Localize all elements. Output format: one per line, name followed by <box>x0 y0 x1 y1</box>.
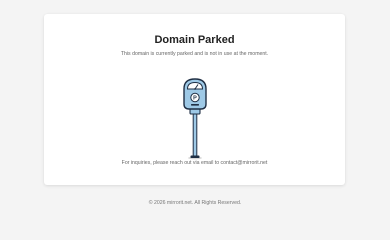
svg-text:P: P <box>193 96 197 102</box>
contact-message: For inquiries, please reach out via emai… <box>121 160 268 166</box>
page-title: Domain Parked <box>154 34 235 46</box>
parking-meter-icon: P <box>183 78 207 160</box>
parked-card: Domain Parked This domain is currently p… <box>44 14 345 185</box>
footer-copyright: © 2026 mirrorit.net. All Rights Reserved… <box>148 200 242 206</box>
page: Domain Parked This domain is currently p… <box>0 0 390 240</box>
parked-message: This domain is currently parked and is n… <box>120 51 269 57</box>
